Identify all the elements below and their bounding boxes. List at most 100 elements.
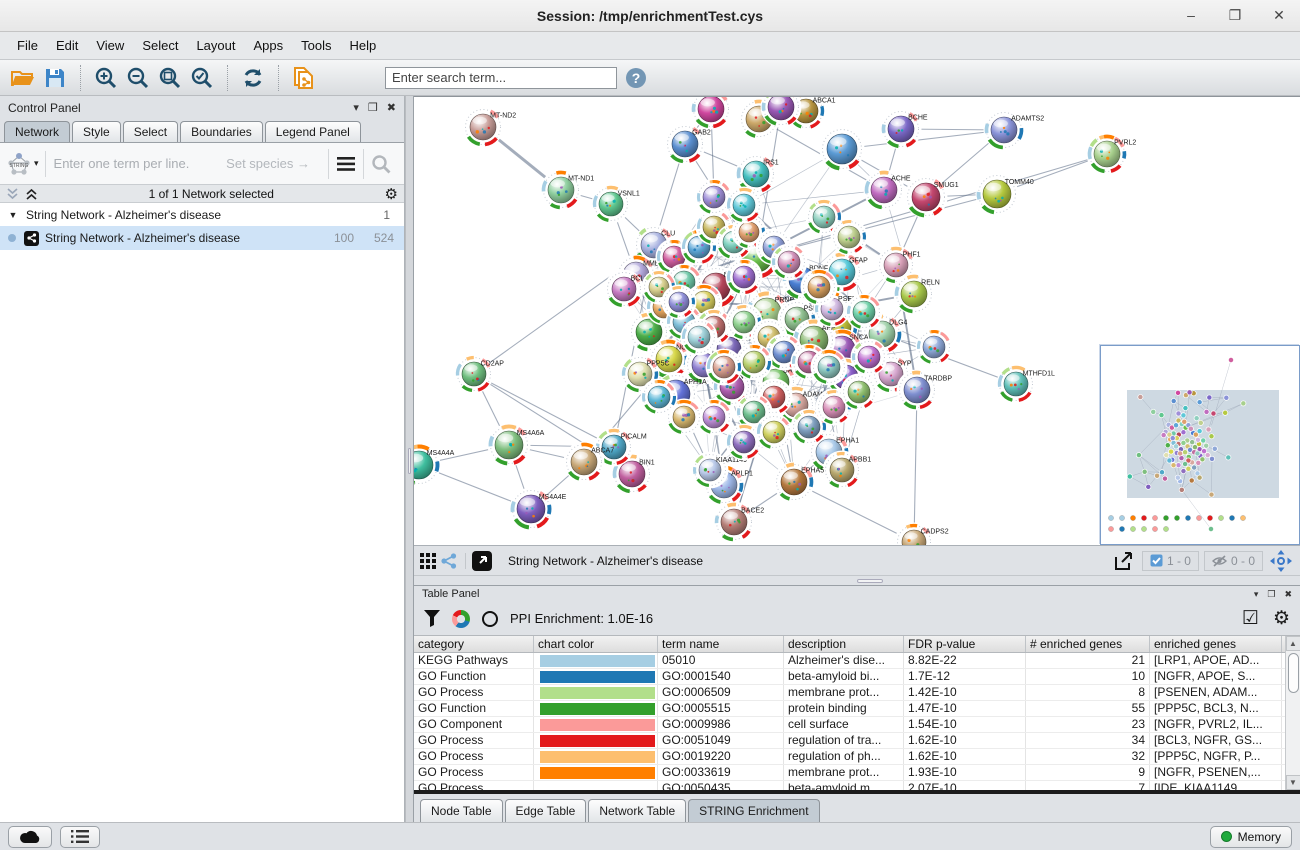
network-canvas[interactable]: MT-ND2MT-ND1VSNL1GAB2IRS1CHATABCA1BCHEAC… [414, 96, 1300, 545]
table-panel-menu-icon[interactable]: ▾ [1254, 590, 1259, 599]
network-node[interactable]: TOMM40 [976, 173, 1034, 216]
save-session-icon[interactable] [42, 65, 68, 91]
scrollbar-thumb[interactable] [1288, 653, 1299, 693]
network-node[interactable] [820, 127, 865, 172]
network-node[interactable] [681, 319, 718, 356]
memory-button[interactable]: Memory [1210, 826, 1292, 848]
network-node[interactable] [706, 349, 743, 386]
table-row[interactable]: GO ProcessGO:0050435beta-amyloid m...2.0… [414, 781, 1285, 790]
birds-eye-view[interactable] [1100, 345, 1300, 545]
column-header-3[interactable]: description [784, 636, 904, 652]
network-node[interactable]: TARDBP [897, 370, 953, 411]
menu-item-apps[interactable]: Apps [245, 34, 293, 57]
zoom-selected-icon[interactable] [189, 65, 215, 91]
network-collection-row[interactable]: ▼ String Network - Alzheimer's disease 1 [0, 203, 404, 226]
tab-style[interactable]: Style [72, 121, 121, 142]
table-row[interactable]: GO ProcessGO:0019220regulation of ph...1… [414, 749, 1285, 765]
network-node[interactable]: CD2AP [455, 355, 505, 394]
panel-close-icon[interactable]: ✖ [387, 103, 396, 114]
network-node[interactable]: PVRL2 [1087, 134, 1137, 175]
cloud-button[interactable] [8, 826, 52, 848]
network-node[interactable]: ACHE [864, 170, 911, 211]
zoom-out-icon[interactable] [125, 65, 151, 91]
select-rows-icon[interactable]: ☑ [1242, 607, 1259, 630]
network-node[interactable] [662, 285, 697, 320]
string-options-icon[interactable] [329, 157, 363, 171]
panel-menu-icon[interactable]: ▾ [353, 103, 359, 114]
string-logo-icon[interactable]: STRING ▾ [6, 151, 46, 177]
network-node[interactable]: MS4A4E [510, 488, 567, 531]
network-node[interactable] [811, 349, 848, 386]
menu-item-help[interactable]: Help [341, 34, 386, 57]
network-node[interactable] [726, 187, 763, 224]
filter-icon[interactable] [424, 610, 440, 627]
detach-view-icon[interactable] [471, 550, 493, 572]
minimize-button[interactable]: – [1180, 7, 1202, 24]
network-node[interactable]: VSNL1 [592, 185, 640, 224]
tab-string-enrichment[interactable]: STRING Enrichment [688, 799, 819, 822]
collapse-all-icon[interactable] [6, 188, 19, 200]
network-options-gear-icon[interactable]: ⚙ [385, 185, 398, 203]
tab-network-table[interactable]: Network Table [588, 799, 686, 822]
menu-item-select[interactable]: Select [133, 34, 187, 57]
grid-mode-icon[interactable] [420, 553, 436, 569]
scroll-up-icon[interactable]: ▲ [1286, 636, 1300, 651]
vertical-splitter[interactable] [405, 96, 414, 822]
table-row[interactable]: GO FunctionGO:0005515protein binding1.47… [414, 701, 1285, 717]
network-node[interactable]: EPHA5 [774, 462, 825, 503]
network-node[interactable]: CADPS2 [895, 523, 949, 546]
network-row-selected[interactable]: String Network - Alzheimer's disease 100… [0, 226, 404, 250]
column-header-1[interactable]: chart color [534, 636, 658, 652]
column-header-6[interactable]: enriched genes [1150, 636, 1282, 652]
network-node[interactable] [771, 244, 808, 281]
expand-all-icon[interactable] [25, 188, 38, 200]
column-header-2[interactable]: term name [658, 636, 784, 652]
network-node[interactable]: SMUG1 [905, 176, 959, 219]
column-header-0[interactable]: category [414, 636, 534, 652]
network-node[interactable]: BACE2 [714, 502, 765, 543]
open-file-icon[interactable] [10, 65, 36, 91]
column-header-5[interactable]: # enriched genes [1026, 636, 1150, 652]
network-node[interactable]: MT-ND2 [463, 107, 517, 148]
string-search-icon[interactable] [364, 154, 398, 174]
network-node[interactable]: ADAMTS2 [984, 110, 1045, 151]
network-node[interactable]: GAB2 [665, 124, 711, 165]
help-icon[interactable]: ? [623, 65, 649, 91]
table-row[interactable]: GO ProcessGO:0006509membrane prot...1.42… [414, 685, 1285, 701]
table-row[interactable]: GO ProcessGO:0051049regulation of tra...… [414, 733, 1285, 749]
table-scrollbar[interactable]: ▲ ▼ [1285, 636, 1300, 790]
set-species-hint[interactable]: Set species → [226, 156, 320, 171]
network-node[interactable] [851, 339, 888, 376]
horizontal-splitter[interactable] [414, 575, 1300, 585]
zoom-in-icon[interactable] [93, 65, 119, 91]
table-settings-gear-icon[interactable]: ⚙ [1273, 607, 1290, 630]
network-node[interactable]: BCHE [881, 109, 928, 150]
menu-item-view[interactable]: View [87, 34, 133, 57]
tab-select[interactable]: Select [123, 121, 178, 142]
birdseye-toggle-icon[interactable] [1268, 548, 1294, 574]
tab-node-table[interactable]: Node Table [420, 799, 503, 822]
network-node[interactable] [846, 294, 883, 331]
tab-legend-panel[interactable]: Legend Panel [265, 121, 361, 142]
tab-network[interactable]: Network [4, 121, 70, 142]
close-button[interactable]: ✕ [1268, 7, 1290, 24]
menu-item-file[interactable]: File [8, 34, 47, 57]
panel-float-icon[interactable]: ❒ [368, 103, 378, 114]
network-node[interactable]: MTHFD1L [997, 365, 1055, 404]
network-node[interactable] [841, 374, 878, 411]
column-header-4[interactable]: FDR p-value [904, 636, 1026, 652]
table-panel-float-icon[interactable]: ❒ [1267, 590, 1275, 599]
network-node[interactable] [756, 414, 793, 451]
export-view-icon[interactable] [1109, 548, 1137, 574]
table-row[interactable]: KEGG Pathways05010Alzheimer's dise...8.8… [414, 653, 1285, 669]
menu-item-tools[interactable]: Tools [292, 34, 340, 57]
task-list-button[interactable] [60, 826, 100, 848]
tab-boundaries[interactable]: Boundaries [180, 121, 263, 142]
menu-item-edit[interactable]: Edit [47, 34, 87, 57]
network-node[interactable]: APBB1 [823, 451, 872, 490]
network-node[interactable] [801, 269, 838, 306]
view-share-icon[interactable] [441, 553, 457, 569]
search-input[interactable] [385, 67, 617, 89]
network-node[interactable] [691, 97, 732, 130]
network-node[interactable]: MS4A4A [414, 444, 455, 487]
